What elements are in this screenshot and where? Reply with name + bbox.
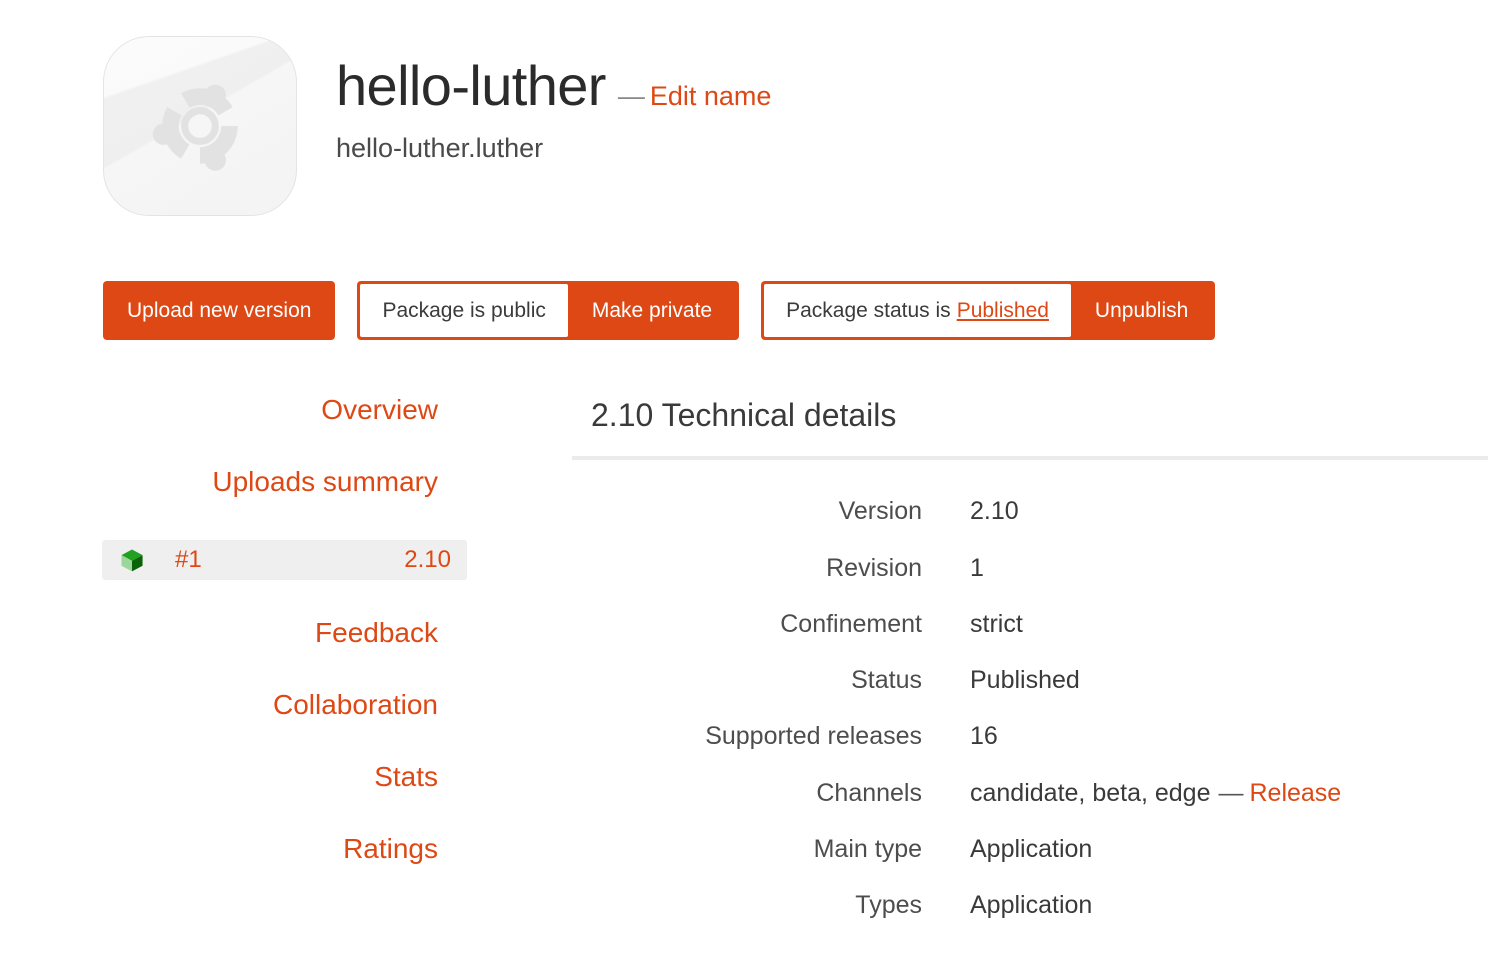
page-title: hello-luther [336,54,606,117]
detail-label: Types [855,891,922,920]
main-content: 2.10 Technical details Version 2.10 Revi… [572,396,1488,946]
detail-value: 2.10 [970,497,1019,526]
package-header: hello-luther — Edit name hello-luther.lu… [103,36,771,216]
detail-row: Main type Application [572,834,1488,865]
detail-label: Status [851,666,922,695]
detail-row: Types Application [572,890,1488,921]
detail-label: Main type [813,834,922,863]
technical-details-list: Version 2.10 Revision 1 Confinement stri… [572,496,1488,921]
publish-status-prefix: Package status is [786,298,951,322]
title-separator: — [617,81,645,111]
detail-value: candidate, beta, edge — Release [970,778,1341,809]
visibility-status-label: Package is public [360,284,568,337]
unpublish-button[interactable]: Unpublish [1070,284,1213,337]
release-link[interactable]: Release [1249,779,1341,807]
detail-label: Supported releases [705,722,922,751]
make-private-button[interactable]: Make private [567,284,737,337]
sidebar-item-feedback[interactable]: Feedback [103,619,438,647]
title-block: hello-luther — Edit name hello-luther.lu… [336,36,771,162]
technical-details-heading: 2.10 Technical details [591,397,897,433]
sidebar-item-stats[interactable]: Stats [103,763,438,791]
app-icon [103,36,297,216]
detail-row: Supported releases 16 [572,721,1488,752]
sidebar-item-revision-1[interactable]: #1 2.10 [102,540,467,580]
detail-value: 1 [970,553,984,582]
sidebar-nav: Overview Uploads summary #1 2.10 Feedbac… [102,396,467,907]
heading-divider [572,456,1488,461]
sidebar-item-overview[interactable]: Overview [103,396,438,424]
detail-row: Version 2.10 [572,496,1488,527]
channels-separator: — [1218,778,1244,807]
sidebar-item-collaboration[interactable]: Collaboration [103,691,438,719]
detail-label: Version [838,497,922,526]
package-id: hello-luther.luther [336,133,544,163]
action-button-row: Upload new version Package is public Mak… [103,281,1216,340]
detail-row-channels: Channels candidate, beta, edge — Release [572,778,1488,809]
revision-version: 2.10 [404,546,451,573]
upload-new-version-button[interactable]: Upload new version [103,281,336,340]
detail-value: strict [970,609,1023,638]
edit-name-link[interactable]: Edit name [650,81,772,112]
detail-row: Revision 1 [572,553,1488,584]
publish-status-button-group: Package status is Published Unpublish [761,281,1216,340]
ubuntu-circle-of-friends-icon [152,84,238,171]
detail-value: Application [970,891,1093,920]
channels-value: candidate, beta, edge [970,778,1211,807]
detail-row: Confinement strict [572,609,1488,640]
green-cube-icon [121,549,143,572]
detail-value: 16 [970,722,998,751]
publish-status-label: Package status is Published [764,284,1071,337]
sidebar-item-uploads-summary[interactable]: Uploads summary [103,468,438,496]
published-status-link[interactable]: Published [957,299,1049,323]
detail-value: Published [970,666,1080,695]
sidebar-item-ratings[interactable]: Ratings [103,835,438,863]
revision-number: #1 [175,546,202,573]
visibility-button-group: Package is public Make private [357,281,740,340]
detail-label: Revision [826,553,922,582]
detail-value: Application [970,834,1093,863]
detail-label: Confinement [780,609,922,638]
detail-label: Channels [816,778,922,807]
detail-row: Status Published [572,665,1488,696]
